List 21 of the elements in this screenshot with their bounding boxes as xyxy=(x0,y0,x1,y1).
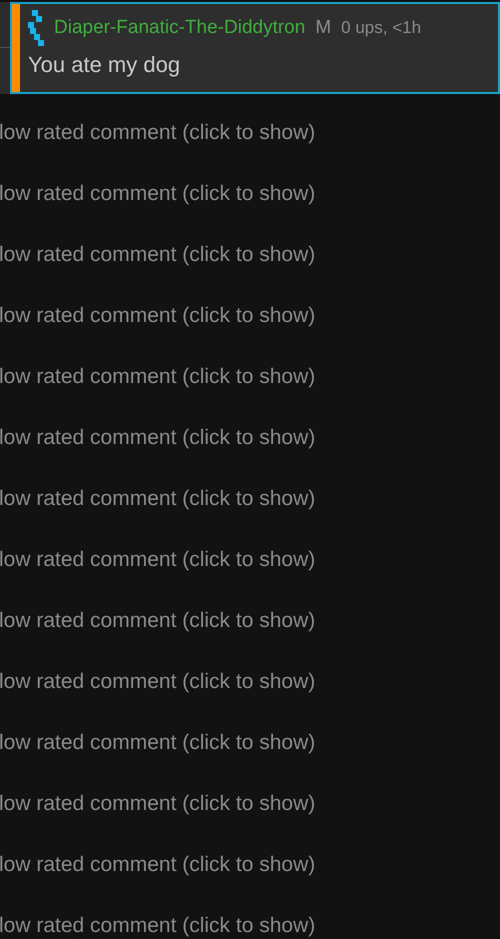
collapsed-comment-link[interactable]: low rated comment (click to show) xyxy=(0,360,316,392)
collapsed-comment-link[interactable]: low rated comment (click to show) xyxy=(0,300,316,332)
collapsed-comment-link[interactable]: low rated comment (click to show) xyxy=(0,604,316,636)
collapsed-comment-link[interactable]: low rated comment (click to show) xyxy=(0,910,316,939)
collapsed-comment-link[interactable]: low rated comment (click to show) xyxy=(0,666,316,698)
comment-text: You ate my dog xyxy=(28,51,182,79)
collapsed-comment-link[interactable]: low rated comment (click to show) xyxy=(0,178,316,210)
collapsed-comment-link[interactable]: low rated comment (click to show) xyxy=(0,116,316,148)
collapsed-comment-link[interactable]: low rated comment (click to show) xyxy=(0,238,316,270)
user-flag-label: M xyxy=(315,16,332,40)
collapse-handle[interactable] xyxy=(0,48,10,94)
collapse-handle[interactable] xyxy=(0,2,10,48)
collapsed-comment-link[interactable]: low rated comment (click to show) xyxy=(0,544,316,576)
collapsed-comment-link[interactable]: low rated comment (click to show) xyxy=(0,848,316,880)
username-link[interactable]: Diaper-Fanatic-The-Diddytron xyxy=(54,14,306,42)
avatar-icon xyxy=(28,10,44,46)
collapsed-comment-link[interactable]: low rated comment (click to show) xyxy=(0,422,316,454)
collapsed-comment-link[interactable]: low rated comment (click to show) xyxy=(0,788,316,820)
collapsed-comment-link[interactable]: low rated comment (click to show) xyxy=(0,726,316,758)
comment-meta: 0 ups, <1h xyxy=(341,17,422,40)
collapsed-comment-link[interactable]: low rated comment (click to show) xyxy=(0,482,316,514)
